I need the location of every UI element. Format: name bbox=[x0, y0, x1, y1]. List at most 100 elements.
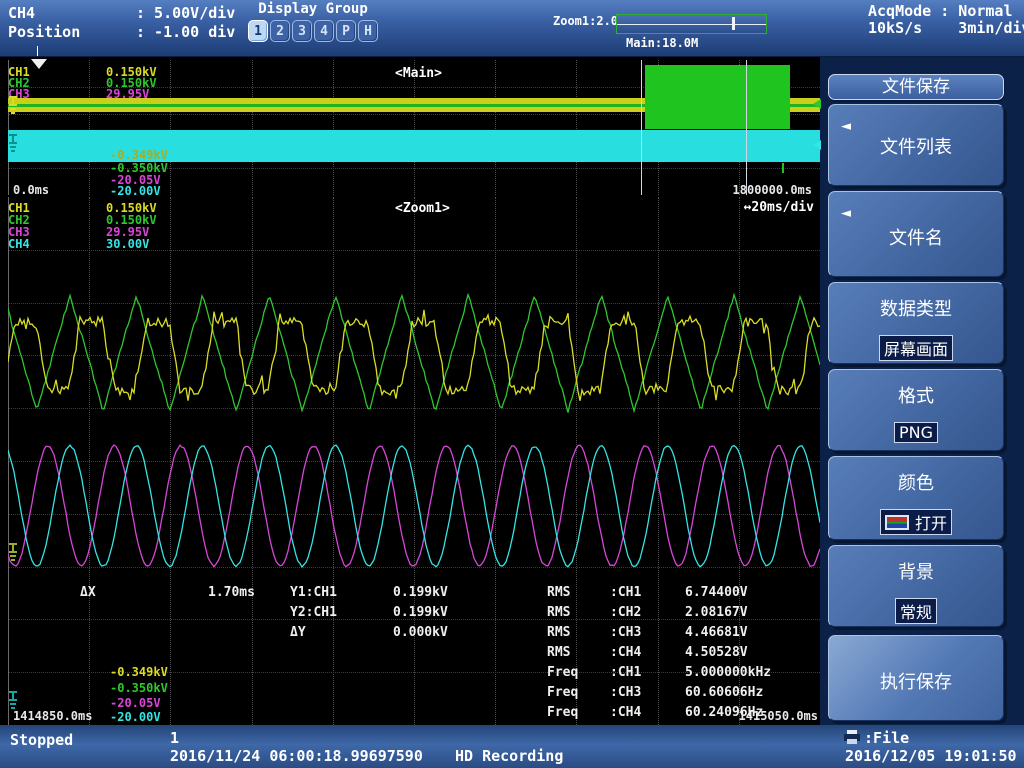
y1-label: Y1:CH1 bbox=[290, 585, 337, 600]
trigger-position-line bbox=[37, 46, 38, 56]
zoom-record-length-label: Zoom1:2.0k bbox=[553, 14, 625, 28]
delta-y-value: 0.000kV bbox=[393, 625, 448, 640]
system-datetime: 2016/12/05 19:01:50 bbox=[845, 747, 1017, 765]
waveform-ch1 bbox=[8, 310, 820, 401]
left-arrow-icon: ◄ bbox=[841, 119, 851, 134]
y2-label: Y2:CH1 bbox=[290, 605, 337, 620]
oscilloscope-screen: CH4: 5.00V/div Position: -1.00 div Displ… bbox=[0, 0, 1024, 768]
display-group-button-4[interactable]: 4 bbox=[314, 20, 334, 42]
ch2-burst-block bbox=[645, 65, 790, 129]
channel-name: CH4 bbox=[8, 4, 136, 23]
delta-x-label: ΔX bbox=[80, 585, 96, 600]
main-window-title: <Main> bbox=[395, 66, 442, 81]
main-end-time: 1800000.0ms bbox=[733, 183, 812, 197]
position-label: Position bbox=[8, 23, 136, 42]
background-button[interactable]: 背景 常规 bbox=[828, 545, 1004, 627]
ch2-spike-tick bbox=[782, 163, 784, 173]
zoom-start-time: 1414850.0ms bbox=[13, 709, 92, 723]
ground-marker-ch1ch2-icon bbox=[8, 541, 20, 563]
delta-y-label: ΔY bbox=[290, 625, 306, 640]
ground-marker-ch1-icon bbox=[8, 94, 20, 116]
acq-mode: AcqMode : Normal bbox=[868, 2, 1013, 20]
meas-ch: :CH3 bbox=[610, 685, 641, 700]
top-header: CH4: 5.00V/div Position: -1.00 div Displ… bbox=[0, 0, 1024, 57]
meas-value: 4.46681V bbox=[685, 625, 748, 640]
format-button[interactable]: 格式 PNG bbox=[828, 369, 1004, 451]
main-record-length-label: Main:18.0M bbox=[626, 36, 698, 50]
color-display-icon bbox=[885, 515, 909, 530]
meas-ch: :CH1 bbox=[610, 665, 641, 680]
acquisition-readout: AcqMode : Normal 10kS/s 3min/div bbox=[868, 3, 1024, 37]
data-type-value: 屏幕画面 bbox=[879, 335, 953, 361]
ground-marker-ch4-icon bbox=[8, 132, 20, 154]
delta-x-value: 1.70ms bbox=[208, 585, 255, 600]
ch4-level-marker-icon bbox=[813, 140, 821, 150]
zoom-position-marker[interactable] bbox=[732, 17, 735, 30]
zoom-window-title: <Zoom1> bbox=[395, 201, 450, 216]
meas-ch: :CH1 bbox=[610, 585, 641, 600]
file-list-button[interactable]: ◄ 文件列表 bbox=[828, 104, 1004, 186]
main-cursor-right[interactable] bbox=[746, 60, 747, 195]
zoom-bar-track bbox=[617, 24, 766, 25]
display-group-button-h[interactable]: H bbox=[358, 20, 378, 42]
display-group-button-2[interactable]: 2 bbox=[270, 20, 290, 42]
meas-func: RMS bbox=[547, 625, 570, 640]
format-value: PNG bbox=[894, 422, 938, 443]
display-group-label: Display Group bbox=[238, 1, 388, 17]
zoom-ch3-low: -20.05V bbox=[110, 696, 161, 710]
y2-value: 0.199kV bbox=[393, 605, 448, 620]
position-value: : -1.00 div bbox=[136, 23, 235, 41]
file-destination-label: :File bbox=[864, 729, 909, 747]
main-start-time: 0.0ms bbox=[13, 183, 49, 197]
zoom-ch4-low: -20.00V bbox=[110, 710, 161, 724]
printer-icon bbox=[843, 730, 861, 744]
zoom-timebase: ↔20ms/div bbox=[744, 200, 814, 215]
display-group-button-p[interactable]: P bbox=[336, 20, 356, 42]
sidebar-menu: 文件保存 ◄ 文件列表 ◄ 文件名 数据类型 屏幕画面 格式 PNG 颜色 打开… bbox=[820, 57, 1024, 725]
data-type-button[interactable]: 数据类型 屏幕画面 bbox=[828, 282, 1004, 364]
recording-status: HD Recording bbox=[455, 747, 563, 765]
record-number: 1 bbox=[170, 729, 179, 747]
color-label: 颜色 bbox=[829, 469, 1003, 495]
zoom-ch1-low: -0.349kV bbox=[110, 665, 168, 679]
run-state: Stopped bbox=[10, 731, 73, 749]
meas-value: 5.000000kHz bbox=[685, 665, 771, 680]
trigger-marker-icon[interactable] bbox=[30, 58, 48, 70]
meas-ch: :CH4 bbox=[610, 645, 641, 660]
execute-save-button[interactable]: 执行保存 bbox=[828, 635, 1004, 721]
format-label: 格式 bbox=[829, 382, 1003, 408]
meas-func: RMS bbox=[547, 645, 570, 660]
display-group-button-3[interactable]: 3 bbox=[292, 20, 312, 42]
meas-func: RMS bbox=[547, 585, 570, 600]
meas-value: 60.60606Hz bbox=[685, 685, 763, 700]
file-name-label: 文件名 bbox=[829, 224, 1003, 250]
waveform-ch3 bbox=[8, 445, 820, 567]
background-label: 背景 bbox=[829, 558, 1003, 584]
execute-save-label: 执行保存 bbox=[829, 668, 1003, 694]
main-cursor-left[interactable] bbox=[641, 60, 642, 195]
waveform-ch4 bbox=[8, 445, 820, 567]
meas-func: Freq bbox=[547, 685, 578, 700]
meas-value: 60.24096Hz bbox=[685, 705, 763, 720]
meas-value: 6.74400V bbox=[685, 585, 748, 600]
ch2-level-marker-icon bbox=[813, 99, 821, 109]
meas-ch: :CH4 bbox=[610, 705, 641, 720]
meas-func: Freq bbox=[547, 665, 578, 680]
color-button[interactable]: 颜色 打开 bbox=[828, 456, 1004, 540]
channel-settings-readout: CH4: 5.00V/div Position: -1.00 div bbox=[8, 4, 235, 42]
display-group-button-1[interactable]: 1 bbox=[248, 20, 268, 42]
zoom-position-bar[interactable] bbox=[616, 14, 767, 34]
background-value: 常规 bbox=[895, 598, 937, 624]
data-type-label: 数据类型 bbox=[829, 295, 1003, 321]
meas-func: RMS bbox=[547, 605, 570, 620]
color-value-box: 打开 bbox=[880, 509, 952, 535]
y1-value: 0.199kV bbox=[393, 585, 448, 600]
file-name-button[interactable]: ◄ 文件名 bbox=[828, 191, 1004, 277]
ground-marker-ch3ch4-icon bbox=[8, 689, 20, 711]
zoom-waveform-window: <Zoom1> ↔20ms/div CH10.150kV CH20.150kV … bbox=[8, 197, 820, 725]
main-ch1-low: -0.349kV bbox=[110, 148, 168, 162]
meas-func: Freq bbox=[547, 705, 578, 720]
left-arrow-icon: ◄ bbox=[841, 206, 851, 221]
display-group-buttons: 1 2 3 4 P H bbox=[238, 20, 388, 42]
channel-scale: : 5.00V/div bbox=[136, 4, 235, 22]
